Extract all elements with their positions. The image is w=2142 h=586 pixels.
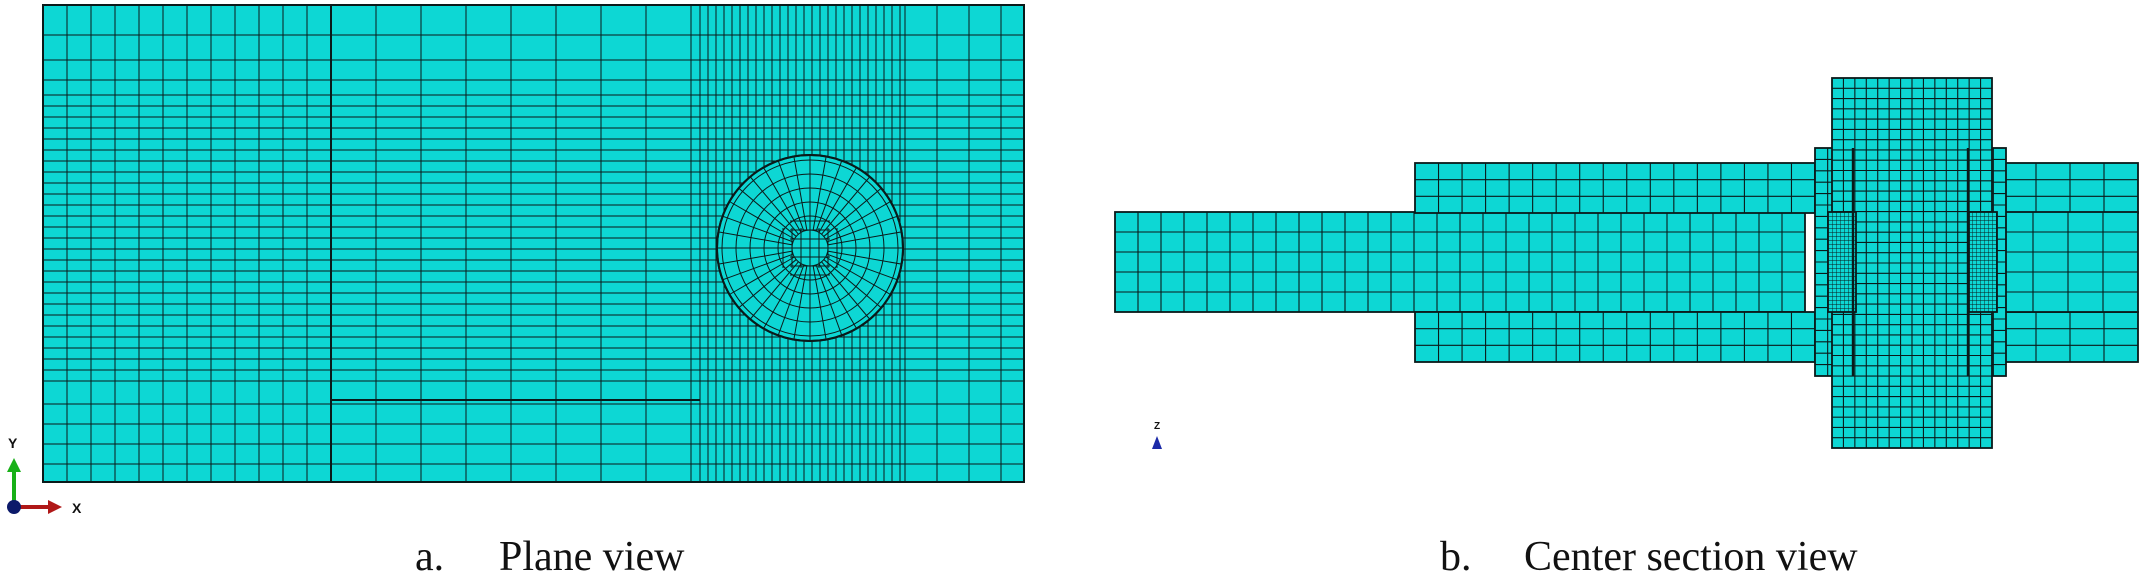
caption-plane-view: a. Plane view — [415, 536, 684, 578]
upper-splice-plate-mesh — [1414, 162, 1816, 214]
figure-canvas: Y X Z — [7, 4, 2139, 516]
caption-text: Plane view — [499, 534, 685, 580]
caption-center-section-view: b. Center section view — [1440, 536, 1858, 578]
origin-marker — [7, 500, 21, 514]
y-axis-arrow-head — [7, 458, 21, 472]
z-axis-marker — [1152, 436, 1162, 449]
plane-view-mesh — [42, 4, 1025, 483]
y-axis-label: Y — [8, 435, 18, 451]
bolt-hole-mesh — [716, 154, 904, 342]
center-section-mesh — [1114, 77, 2139, 449]
axis-triad-z: Z — [1152, 421, 1162, 449]
caption-letter: a. — [415, 534, 445, 580]
bolt-contact-zone-right — [1968, 211, 1998, 313]
caption-text: Center section view — [1524, 534, 1858, 580]
x-axis-label: X — [72, 500, 82, 516]
lower-splice-plate-mesh — [1414, 311, 1816, 363]
caption-letter: b. — [1440, 534, 1472, 580]
x-axis-arrow-head — [48, 500, 62, 514]
z-axis-label: Z — [1154, 421, 1160, 432]
figure: Y X Z a. Plane view b. Center section view — [0, 0, 2142, 586]
